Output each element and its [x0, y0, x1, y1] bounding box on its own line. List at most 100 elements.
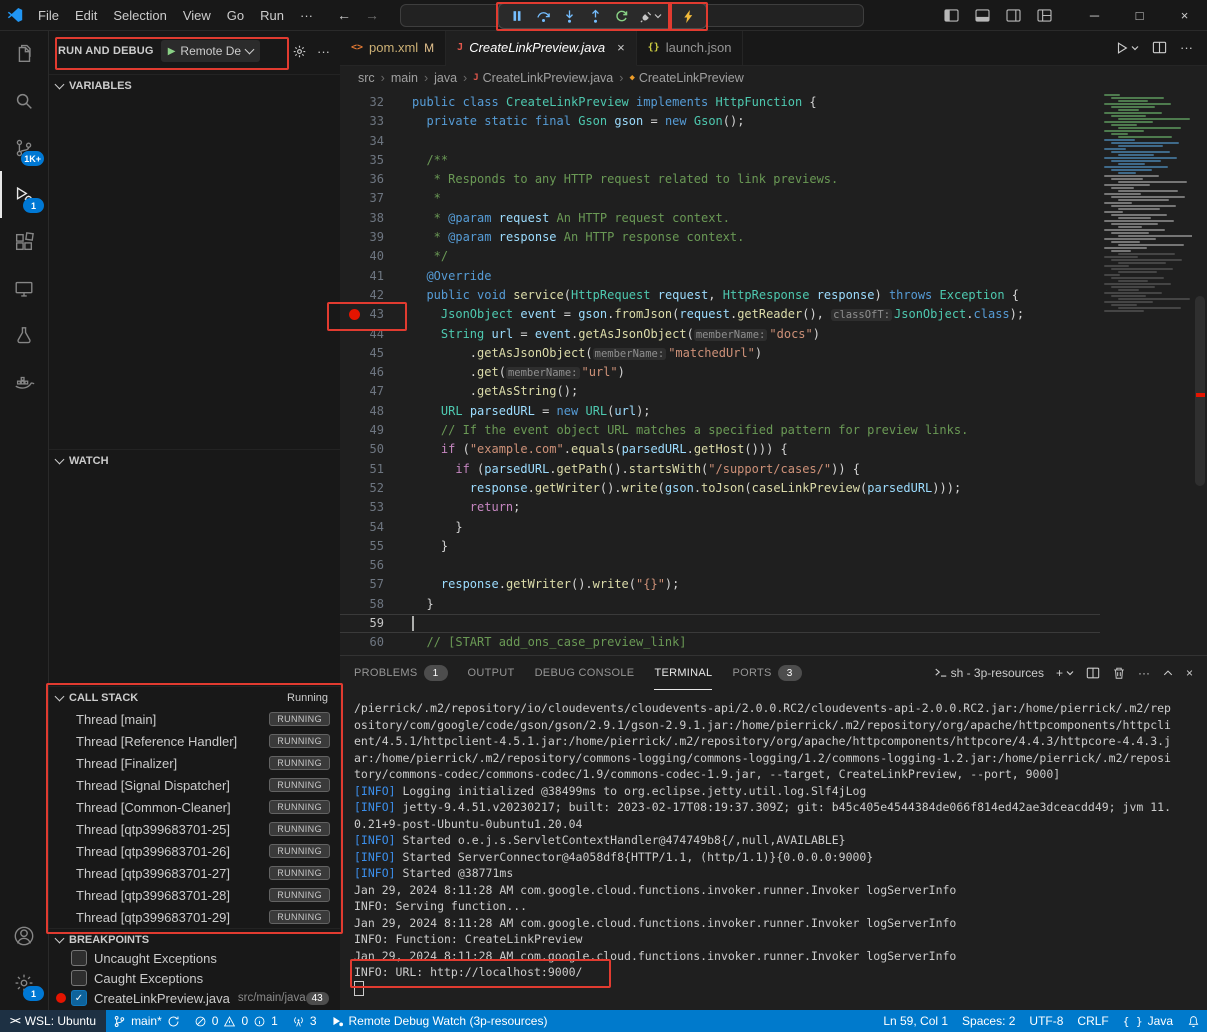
activity-testing[interactable] — [0, 312, 48, 359]
debug-settings-gear-icon[interactable] — [292, 44, 307, 59]
lightning-button[interactable] — [676, 5, 700, 27]
problems-status[interactable]: 0 0 1 — [187, 1010, 285, 1032]
code-line[interactable]: 50 if ("example.com".equals(parsedURL.ge… — [340, 440, 1100, 459]
editor-more-actions-icon[interactable]: ··· — [1180, 40, 1193, 55]
gutter[interactable]: 58 — [340, 595, 412, 614]
panel-tab-output[interactable]: OUTPUT — [468, 656, 515, 690]
menu-item-view[interactable]: View — [175, 5, 219, 26]
code-line[interactable]: 32public class CreateLinkPreview impleme… — [340, 93, 1100, 112]
callstack-thread-row[interactable]: Thread [main]RUNNING — [48, 708, 340, 730]
forward-icon[interactable]: → — [365, 7, 379, 23]
breakpoint-checkbox[interactable] — [71, 950, 87, 966]
code-line[interactable]: 43 JsonObject event = gson.fromJson(requ… — [340, 305, 1100, 324]
code-line[interactable]: 41 @Override — [340, 267, 1100, 286]
tab-launch-json[interactable]: {}launch.json — [637, 30, 744, 65]
activity-docker[interactable] — [0, 359, 48, 406]
encoding-status[interactable]: UTF-8 — [1022, 1010, 1070, 1032]
code-line[interactable]: 35 /** — [340, 151, 1100, 170]
customize-layout-icon[interactable] — [1037, 9, 1052, 22]
callstack-thread-row[interactable]: Thread [qtp399683701-27]RUNNING — [48, 862, 340, 884]
breakpoint-row[interactable]: Caught Exceptions — [48, 968, 340, 988]
cursor-position-status[interactable]: Ln 59, Col 1 — [876, 1010, 955, 1032]
gutter[interactable]: 34 — [340, 132, 412, 151]
start-debug-icon[interactable]: ▶ — [168, 46, 176, 57]
run-java-button[interactable] — [1115, 41, 1139, 55]
step-over-button[interactable] — [531, 5, 555, 27]
code-line[interactable]: 48 URL parsedURL = new URL(url); — [340, 402, 1100, 421]
notifications-bell[interactable] — [1180, 1010, 1207, 1032]
gutter[interactable]: 47 — [340, 382, 412, 401]
terminal-selector[interactable]: sh - 3p-resources — [934, 666, 1044, 680]
settings-button[interactable]: 1 — [0, 959, 48, 1006]
gutter[interactable]: 52 — [340, 479, 412, 498]
gutter[interactable]: 50 — [340, 440, 412, 459]
split-terminal-icon[interactable] — [1086, 666, 1100, 680]
gutter[interactable]: 39 — [340, 228, 412, 247]
gutter[interactable]: 51 — [340, 460, 412, 479]
gutter[interactable]: 42 — [340, 286, 412, 305]
gutter[interactable]: 54 — [340, 518, 412, 537]
gutter[interactable]: 44 — [340, 325, 412, 344]
callstack-thread-row[interactable]: Thread [qtp399683701-28]RUNNING — [48, 884, 340, 906]
close-icon[interactable]: × — [617, 40, 625, 55]
maximize-panel-icon[interactable] — [1162, 667, 1174, 679]
breadcrumb-item[interactable]: src — [358, 71, 375, 85]
menu-item-file[interactable]: File — [30, 5, 67, 26]
gutter[interactable]: 60 — [340, 633, 412, 652]
step-into-button[interactable] — [557, 5, 581, 27]
gutter[interactable]: 57 — [340, 575, 412, 594]
close-window-button[interactable]: × — [1162, 0, 1207, 30]
activity-search[interactable] — [0, 77, 48, 124]
code-line[interactable]: 52 response.getWriter().write(gson.toJso… — [340, 479, 1100, 498]
code-line[interactable]: 33 private static final Gson gson = new … — [340, 112, 1100, 131]
callstack-section-header[interactable]: CALL STACK Running — [48, 686, 340, 709]
gutter[interactable]: 35 — [340, 151, 412, 170]
watch-section-header[interactable]: WATCH — [48, 449, 340, 472]
code-line[interactable]: 38 * @param request An HTTP request cont… — [340, 209, 1100, 228]
pause-button[interactable] — [505, 5, 529, 27]
code-line[interactable]: 57 response.getWriter().write("{}"); — [340, 575, 1100, 594]
panel-tab-terminal[interactable]: TERMINAL — [654, 656, 712, 690]
language-mode-status[interactable]: { } Java — [1116, 1010, 1180, 1032]
toggle-secondary-sidebar-icon[interactable] — [1006, 9, 1021, 22]
menu-item-more[interactable]: ··· — [292, 5, 321, 26]
sidebar-more-actions-icon[interactable]: ··· — [317, 44, 330, 59]
code-line[interactable]: 55 } — [340, 537, 1100, 556]
code-line[interactable]: 49 // If the event object URL matches a … — [340, 421, 1100, 440]
minimap[interactable] — [1100, 93, 1192, 653]
breakpoint-checkbox[interactable]: ✓ — [71, 990, 87, 1006]
breadcrumb-item[interactable]: java — [434, 71, 457, 85]
split-editor-icon[interactable] — [1152, 40, 1167, 55]
code-line[interactable]: 36 * Responds to any HTTP request relate… — [340, 170, 1100, 189]
menu-item-edit[interactable]: Edit — [67, 5, 105, 26]
activity-run-and-debug[interactable]: 1 — [0, 171, 48, 218]
new-terminal-button[interactable]: + — [1056, 666, 1074, 680]
code-line[interactable]: 59 — [340, 614, 1100, 633]
code-line[interactable]: 44 String url = event.getAsJsonObject(me… — [340, 325, 1100, 344]
kill-terminal-trash-icon[interactable] — [1112, 666, 1126, 680]
code-line[interactable]: 39 * @param response An HTTP response co… — [340, 228, 1100, 247]
toggle-sidebar-icon[interactable] — [944, 9, 959, 22]
eol-status[interactable]: CRLF — [1070, 1010, 1115, 1032]
callstack-thread-row[interactable]: Thread [qtp399683701-29]RUNNING — [48, 906, 340, 928]
breakpoint-checkbox[interactable] — [71, 970, 87, 986]
gutter[interactable]: 38 — [340, 209, 412, 228]
restart-button[interactable] — [609, 5, 633, 27]
debug-session-status[interactable]: Remote Debug Watch (3p-resources) — [324, 1010, 555, 1032]
gutter[interactable]: 33 — [340, 112, 412, 131]
code-line[interactable]: 54 } — [340, 518, 1100, 537]
indentation-status[interactable]: Spaces: 2 — [955, 1010, 1022, 1032]
code-line[interactable]: 46 .get(memberName:"url") — [340, 363, 1100, 382]
code-line[interactable]: 37 * — [340, 189, 1100, 208]
panel-more-actions-icon[interactable]: ··· — [1138, 666, 1150, 680]
breakpoint-row[interactable]: Uncaught Exceptions — [48, 948, 340, 968]
callstack-thread-row[interactable]: Thread [Finalizer]RUNNING — [48, 752, 340, 774]
tab-createlinkpreview-java[interactable]: JCreateLinkPreview.java× — [446, 30, 636, 66]
code-line[interactable]: 34 — [340, 132, 1100, 151]
tab-pom-xml[interactable]: <>pom.xmlM — [340, 30, 446, 65]
breakpoint-row[interactable]: ✓CreateLinkPreview.javasrc/main/java43 — [48, 988, 340, 1008]
menu-item-selection[interactable]: Selection — [105, 5, 174, 26]
code-line[interactable]: 40 */ — [340, 247, 1100, 266]
gutter[interactable]: 32 — [340, 93, 412, 112]
gutter[interactable]: 36 — [340, 170, 412, 189]
